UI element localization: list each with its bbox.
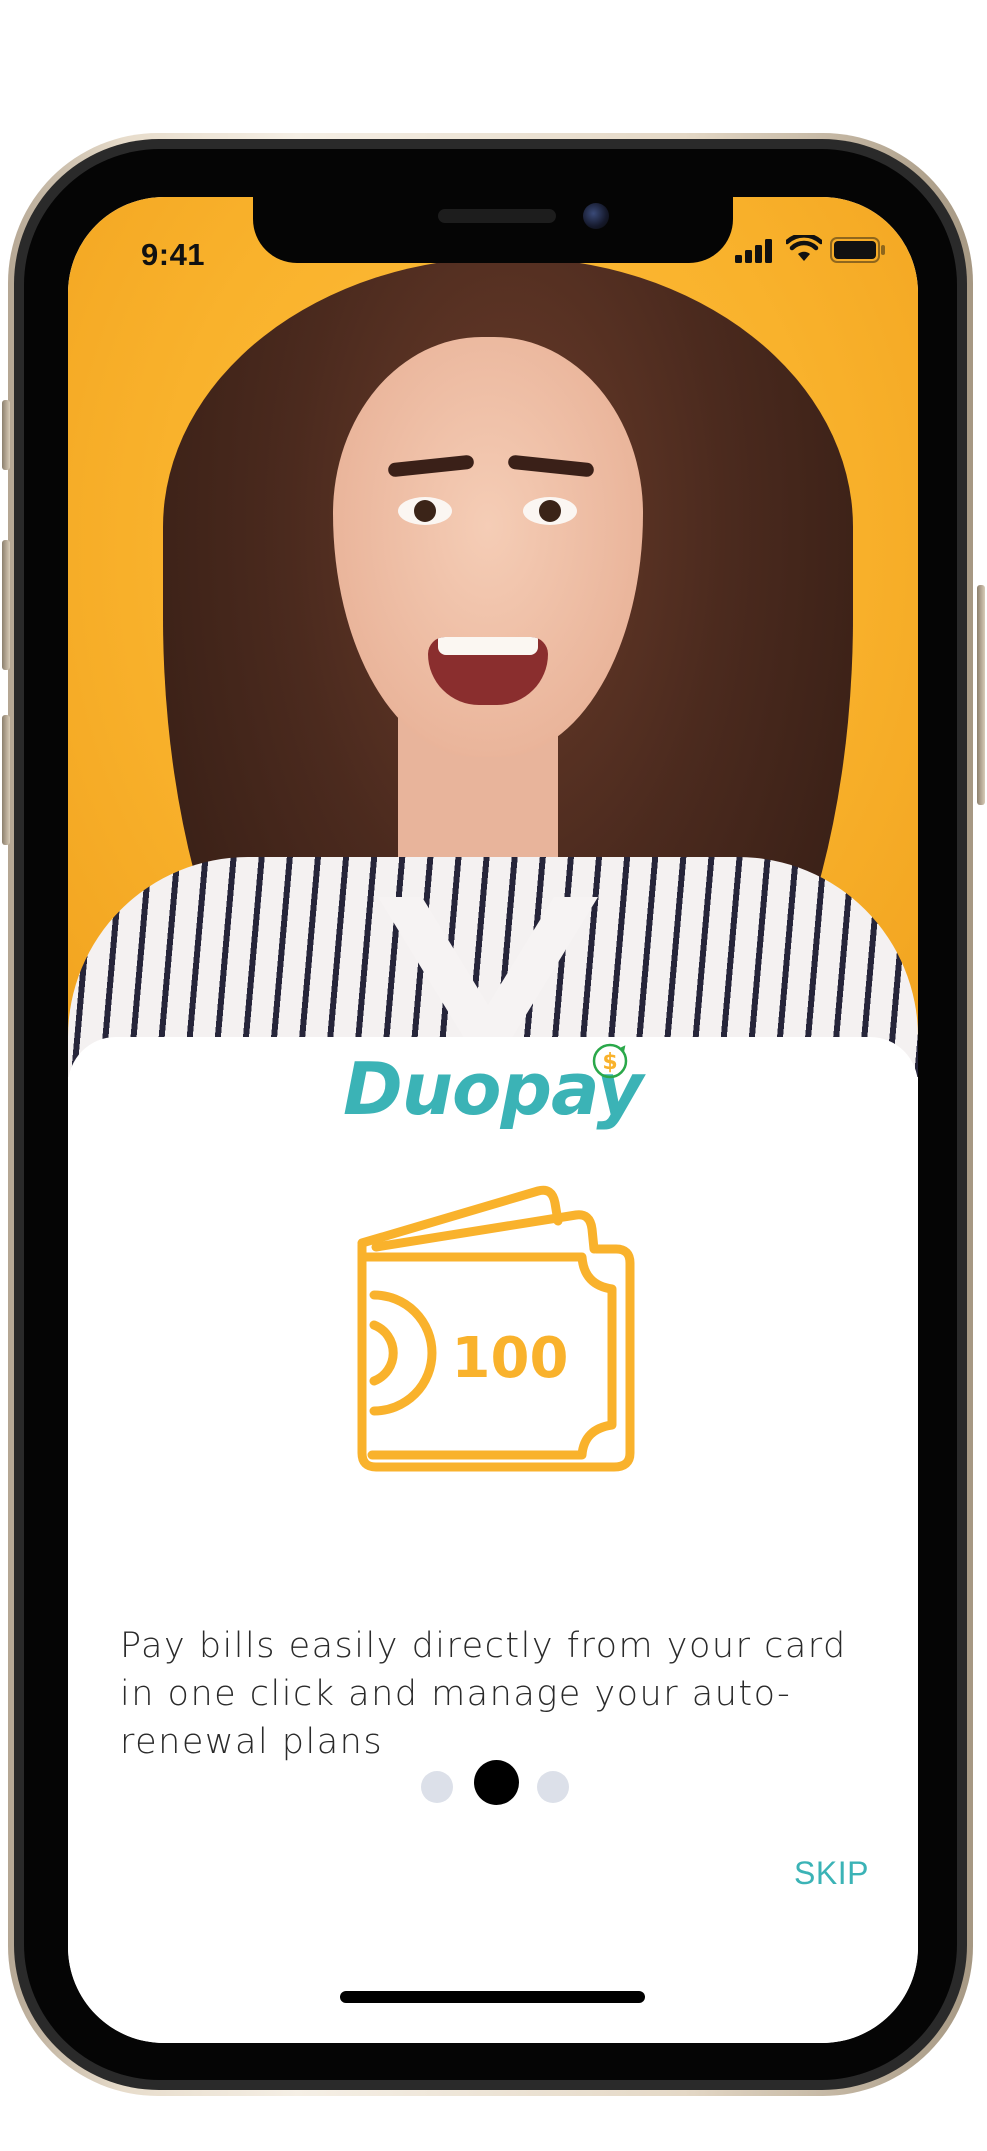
front-camera — [583, 203, 609, 229]
screen-notch — [253, 197, 733, 263]
battery-icon — [830, 237, 885, 263]
hero-photo — [68, 197, 918, 1077]
page-dot-2-active[interactable] — [474, 1760, 519, 1805]
earpiece-speaker — [438, 209, 556, 223]
page-dot-1[interactable] — [421, 1771, 453, 1803]
signal-icon — [735, 239, 772, 263]
duopay-logo: Duopay $ — [343, 1037, 643, 1147]
mute-switch — [2, 400, 10, 470]
volume-up-button — [2, 540, 10, 670]
photo-right-eye — [523, 497, 577, 525]
onboarding-description: Pay bills easily directly from your card… — [120, 1626, 847, 1762]
skip-button[interactable]: SKIP — [794, 1855, 869, 1892]
banknote-value: 100 — [452, 1326, 569, 1391]
status-bar: 9:41 — [68, 197, 918, 327]
status-time: 9:41 — [141, 237, 206, 272]
phone-screen: 9:41 Duopay $ 100 Pay bills easily direc… — [68, 197, 918, 2043]
photo-left-eye — [398, 497, 452, 525]
coin-symbol: $ — [602, 1050, 617, 1075]
page-indicator — [418, 1757, 578, 1805]
page-dot-3[interactable] — [537, 1771, 569, 1803]
wallet-banknote-icon: 100 — [357, 1185, 635, 1472]
home-indicator[interactable] — [340, 1991, 645, 2003]
volume-down-button — [2, 715, 10, 845]
wifi-icon — [786, 235, 822, 261]
dollar-coin-icon: $ — [592, 1043, 628, 1079]
onboarding-card: Duopay $ 100 Pay bills easily directly f… — [68, 1037, 918, 2043]
power-button — [977, 585, 985, 805]
